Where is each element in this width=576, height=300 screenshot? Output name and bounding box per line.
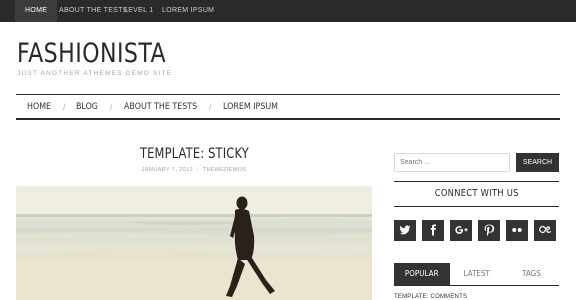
tab-tags[interactable]: TAGS	[504, 263, 559, 285]
facebook-icon[interactable]	[422, 220, 444, 241]
widget-divider	[394, 181, 559, 182]
nav-item-lorem-ipsum[interactable]: LOREM IPSUM	[223, 95, 278, 119]
search-button[interactable]: SEARCH	[516, 153, 559, 172]
connect-widget-title-text: CONNECT WITH US	[434, 188, 519, 199]
widget-divider	[394, 206, 559, 207]
tab-latest-label[interactable]: LATEST	[464, 263, 490, 285]
twitter-icon[interactable]	[394, 220, 416, 241]
post-date[interactable]: JANUARY 7, 2012	[142, 167, 193, 173]
site-description: JUST ANOTHER ATHEMES DEMO SITE	[17, 70, 173, 77]
pinterest-icon[interactable]	[478, 220, 500, 241]
post-title[interactable]: TEMPLATE: STICKY	[16, 146, 372, 162]
featured-image[interactable]	[16, 186, 372, 300]
site-title[interactable]: FASHIONISTA	[17, 38, 166, 69]
lastfm-icon[interactable]	[534, 220, 556, 241]
sidebar-tabs: POPULAR LATEST TAGS	[394, 263, 559, 286]
flickr-icon[interactable]	[506, 220, 528, 241]
tab-tags-label[interactable]: TAGS	[522, 263, 541, 285]
nav-separator: /	[110, 102, 113, 112]
nav-item-blog[interactable]: BLOG	[76, 95, 98, 119]
connect-widget-title: CONNECT WITH US	[394, 188, 559, 199]
post-title-text[interactable]: TEMPLATE: STICKY	[140, 146, 249, 162]
post-author[interactable]: THEMEDEMOS	[203, 167, 246, 173]
top-navigation-bar: HOME ABOUT THE TESTS LEVEL 1 LOREM IPSUM	[0, 0, 576, 22]
topbar-item-lorem-ipsum[interactable]: LOREM IPSUM	[152, 0, 224, 22]
nav-item-home[interactable]: HOME	[27, 95, 51, 119]
popular-post-link[interactable]: TEMPLATE: COMMENTS	[394, 294, 467, 300]
search-input[interactable]	[394, 153, 510, 172]
meta-divider: |	[197, 167, 199, 173]
tab-popular-label[interactable]: POPULAR	[405, 263, 439, 285]
nav-separator: /	[209, 102, 212, 112]
google-plus-icon[interactable]	[450, 220, 472, 241]
nav-separator: /	[63, 102, 66, 112]
main-navigation: HOME / BLOG / ABOUT THE TESTS / LOREM IP…	[16, 94, 560, 120]
post-meta: JANUARY 7, 2012 | THEMEDEMOS	[16, 167, 372, 173]
tab-popular[interactable]: POPULAR	[394, 263, 450, 285]
nav-item-about-the-tests[interactable]: ABOUT THE TESTS	[124, 95, 197, 119]
tab-latest[interactable]: LATEST	[450, 263, 504, 285]
beach-scene-image	[16, 186, 372, 300]
